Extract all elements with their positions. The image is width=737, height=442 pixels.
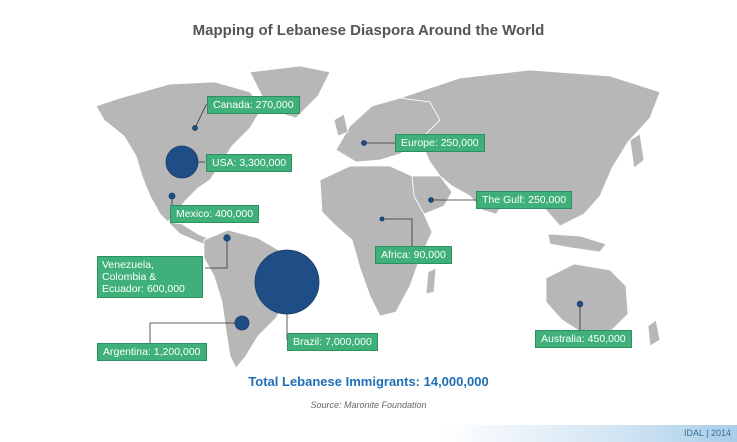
label-brazil: Brazil: 7,000,000 [287, 333, 378, 351]
footer-bar [0, 425, 737, 442]
label-europe: Europe: 250,000 [395, 134, 485, 152]
label-canada: Canada: 270,000 [207, 96, 300, 114]
bubble-venezuela [223, 234, 231, 242]
footer-credit: IDAL | 2014 [683, 428, 731, 438]
bubble-mexico [168, 192, 176, 200]
madagascar-shape [425, 267, 437, 295]
label-usa: USA: 3,300,000 [206, 154, 293, 172]
bubble-africa [379, 216, 385, 222]
label-africa: Africa: 90,000 [375, 246, 452, 264]
bubble-gulf [428, 197, 434, 203]
label-gulf: The Gulf: 250,000 [476, 191, 573, 209]
bubble-canada [192, 125, 198, 131]
europe-shape [335, 97, 441, 163]
label-mexico: Mexico: 400,000 [170, 205, 260, 223]
total-immigrants: Total Lebanese Immigrants: 14,000,000 [248, 374, 489, 389]
bubble-brazil [254, 249, 320, 315]
bubble-australia [576, 300, 584, 308]
japan-shape [629, 133, 645, 169]
bubble-argentina [234, 315, 250, 331]
new-zealand-shape [647, 319, 661, 347]
label-australia: Australia: 450,000 [535, 330, 632, 348]
bubble-europe [361, 140, 367, 146]
source-note: Source: Maronite Foundation [310, 400, 427, 410]
british-isles-shape [333, 113, 349, 137]
label-argentina: Argentina: 1,200,000 [97, 343, 207, 361]
bubble-usa [165, 145, 199, 179]
indonesia-shape [547, 233, 607, 253]
australia-shape [545, 263, 629, 335]
label-venezuela: Venezuela, Colombia & Ecuador: 600,000 [97, 256, 203, 298]
